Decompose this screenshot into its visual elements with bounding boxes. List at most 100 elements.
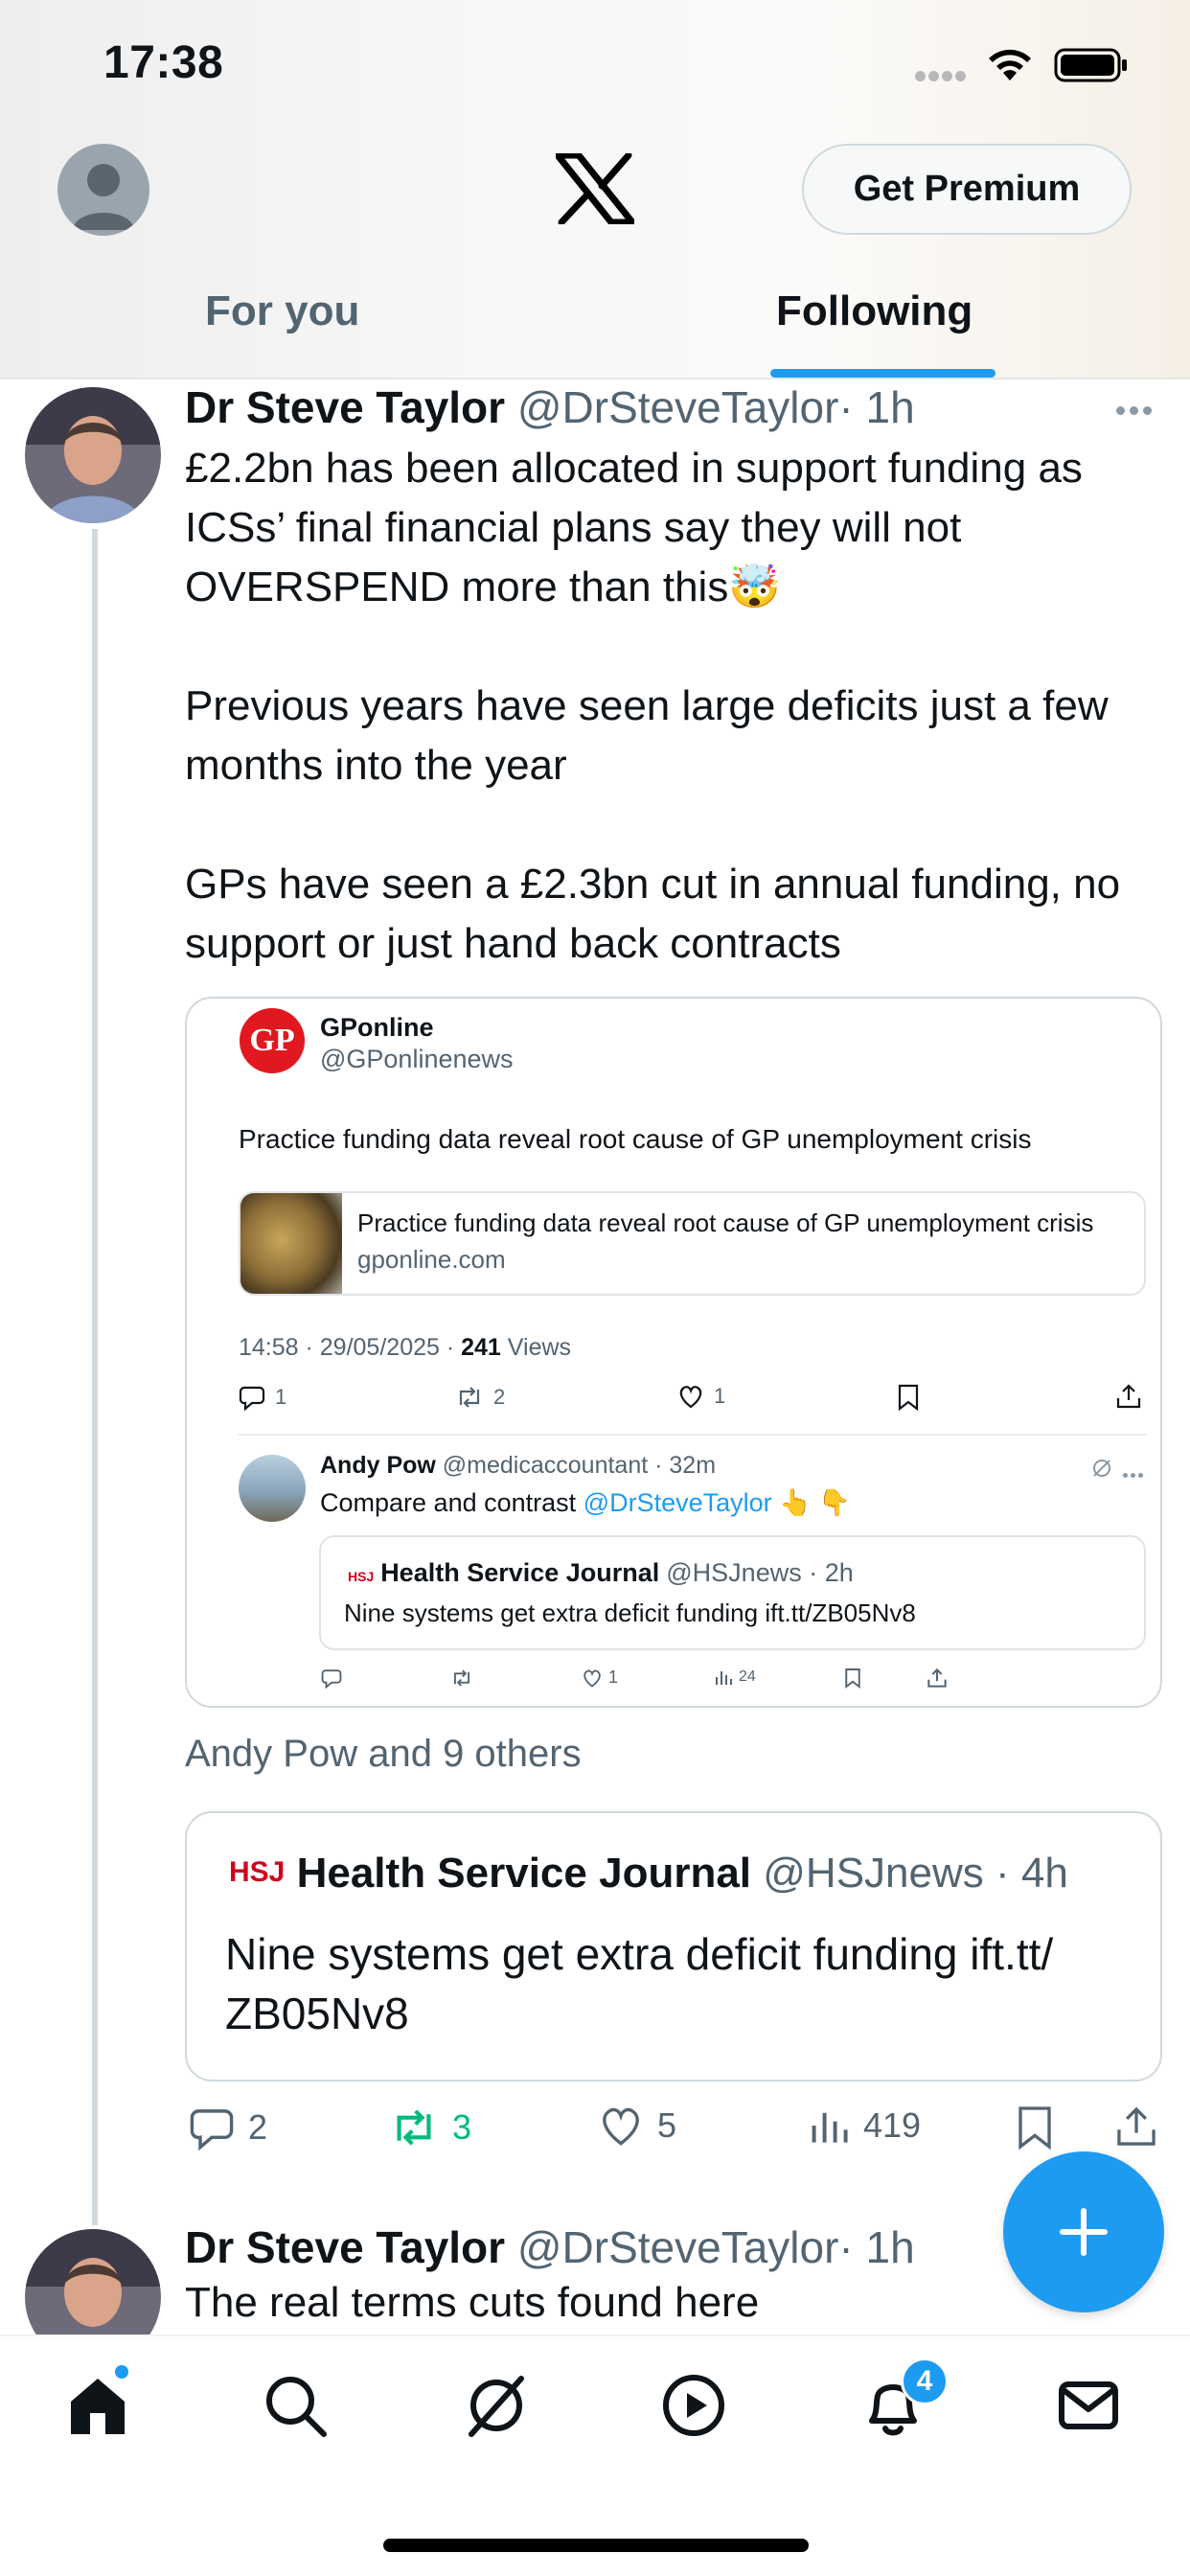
video-icon[interactable]	[659, 2371, 728, 2440]
like-count: 1	[714, 1384, 726, 1408]
nested-quote-card[interactable]: HSJ Health Service Journal @HSJnews · 2h…	[319, 1535, 1146, 1650]
nested-quote-header: HSJ Health Service Journal @HSJnews · 2h	[348, 1558, 854, 1588]
link-thumbnail	[240, 1193, 342, 1294]
quote-timestamp: 14:58 · 29/05/2025 · 241 Views	[239, 1334, 571, 1362]
views-count: 241	[461, 1334, 501, 1361]
quote2-author-name[interactable]: Health Service Journal	[297, 1850, 751, 1897]
compose-post-button[interactable]	[1003, 2151, 1164, 2312]
views-label: Views	[507, 1334, 572, 1361]
thread-line	[92, 529, 98, 2225]
get-premium-button[interactable]: Get Premium	[802, 144, 1132, 235]
reply-icon[interactable]	[321, 1668, 342, 1689]
quote-author-name[interactable]: GPonline	[320, 1013, 434, 1043]
reply-count: 1	[275, 1385, 287, 1409]
author-handle[interactable]: @DrSteveTaylor	[517, 382, 839, 432]
home-icon[interactable]	[63, 2371, 132, 2440]
bookmark-icon[interactable]	[844, 1668, 861, 1689]
reply-button[interactable]: 2	[189, 2104, 267, 2150]
signal-dots-icon	[915, 69, 973, 82]
search-icon[interactable]	[261, 2371, 330, 2440]
grok-icon[interactable]	[462, 2371, 531, 2440]
more-options-icon[interactable]	[1116, 402, 1158, 415]
battery-icon	[1054, 48, 1127, 82]
views-icon	[716, 1671, 732, 1685]
social-context[interactable]: Andy Pow and 9 others	[185, 1733, 582, 1776]
quote-text: Practice funding data reveal root cause …	[239, 1124, 1032, 1154]
repost-icon	[397, 2109, 431, 2146]
tweet-time: · 1h	[838, 382, 915, 432]
reply-text-prefix: Compare and contrast	[320, 1488, 577, 1517]
quote-author-handle[interactable]: @GPonlinenews	[320, 1045, 514, 1074]
tweet-text: £2.2bn has been allocated in support fun…	[185, 445, 1121, 967]
author-handle[interactable]: @DrSteveTaylor	[517, 2222, 839, 2272]
link-domain: gponline.com	[357, 1245, 506, 1274]
repost-count: 3	[452, 2107, 472, 2147]
link-title: Practice funding data reveal root cause …	[357, 1208, 1094, 1237]
nested-like-button[interactable]: 1	[582, 1668, 618, 1688]
nested-quote-handle: @HSJnews · 2h	[666, 1558, 854, 1587]
reply-emoji: 👆 👇	[779, 1488, 851, 1517]
tab-following[interactable]: Following	[776, 288, 973, 335]
tweet-header: Dr Steve Taylor @DrSteveTaylor· 1h	[185, 2221, 915, 2273]
views-icon	[812, 2112, 848, 2143]
like-button[interactable]: 5	[598, 2104, 676, 2147]
tweet-header: Dr Steve Taylor @DrSteveTaylor· 1h	[185, 381, 915, 433]
reply-count: 2	[248, 2107, 268, 2147]
bookmark-icon[interactable]	[1016, 2104, 1054, 2150]
share-icon[interactable]	[927, 1668, 948, 1689]
reply-icon	[190, 2109, 234, 2150]
tab-for-you[interactable]: For you	[205, 288, 359, 335]
nested-like-count: 1	[608, 1668, 619, 1687]
views-count: 419	[863, 2105, 922, 2145]
quote-reply-button[interactable]: 1	[239, 1384, 286, 1411]
quote-like-button[interactable]: 1	[677, 1384, 725, 1409]
reply-author-handle[interactable]: @medicaccountant · 32m	[443, 1452, 716, 1479]
heart-icon	[603, 2107, 639, 2146]
plus-icon	[1060, 2208, 1108, 2256]
x-logo-icon[interactable]	[556, 153, 634, 224]
reply-more-icon[interactable]	[1123, 1465, 1148, 1483]
author-name[interactable]: Dr Steve Taylor	[185, 2222, 505, 2272]
quote2-text: Nine systems get extra deficit funding i…	[225, 1929, 1054, 2038]
repost-icon[interactable]	[450, 1668, 473, 1689]
repost-button[interactable]: 3	[389, 2104, 471, 2150]
home-indicator	[383, 2539, 809, 2552]
profile-avatar[interactable]	[57, 144, 149, 236]
share-icon[interactable]	[1115, 1383, 1142, 1410]
share-icon[interactable]	[1114, 2104, 1158, 2149]
home-unread-dot	[113, 2363, 130, 2380]
status-time: 17:38	[103, 37, 224, 88]
messages-icon[interactable]	[1054, 2371, 1123, 2440]
nested-views-button[interactable]: 24	[714, 1668, 756, 1687]
quote2-author-handle[interactable]: @HSJnews · 4h	[763, 1850, 1068, 1897]
wifi-icon	[989, 49, 1031, 80]
tweet-time: · 1h	[838, 2222, 915, 2272]
quote-repost-button[interactable]: 2	[455, 1384, 505, 1411]
nested-quote-name: Health Service Journal	[380, 1558, 660, 1587]
views-button[interactable]: 419	[808, 2104, 921, 2147]
quote2-header: HSJ Health Service Journal @HSJnews · 4h	[229, 1850, 1068, 1898]
gponline-logo: GP	[240, 1008, 305, 1073]
active-tab-indicator	[770, 369, 995, 378]
timestamp-text: 14:58 · 29/05/2025 ·	[239, 1334, 455, 1361]
author-avatar[interactable]	[25, 387, 161, 523]
grok-icon[interactable]	[1090, 1457, 1113, 1480]
author-name[interactable]: Dr Steve Taylor	[185, 382, 505, 432]
hsj-logo: HSJ	[229, 1856, 286, 1888]
reply-text: Compare and contrast @DrSteveTaylor 👆 👇	[320, 1487, 851, 1518]
reply-author-name[interactable]: Andy Pow	[320, 1452, 436, 1479]
repost-count: 2	[493, 1385, 506, 1409]
reply-header: Andy Pow @medicaccountant · 32m	[320, 1452, 716, 1480]
person-photo-icon	[25, 387, 161, 523]
bookmark-icon[interactable]	[897, 1384, 920, 1411]
link-preview-card[interactable]: Practice funding data reveal root cause …	[239, 1191, 1146, 1296]
heart-icon	[584, 1669, 601, 1688]
tweet-text: The real terms cuts found here	[185, 2279, 760, 2326]
nested-views-count: 24	[739, 1668, 756, 1685]
heart-icon	[679, 1386, 702, 1409]
repost-icon	[459, 1387, 480, 1408]
reply-mention-link[interactable]: @DrSteveTaylor	[584, 1488, 772, 1517]
notifications-badge: 4	[901, 2358, 949, 2405]
nested-quote-text: Nine systems get extra deficit funding i…	[344, 1598, 916, 1627]
reply-author-avatar[interactable]	[239, 1455, 306, 1522]
